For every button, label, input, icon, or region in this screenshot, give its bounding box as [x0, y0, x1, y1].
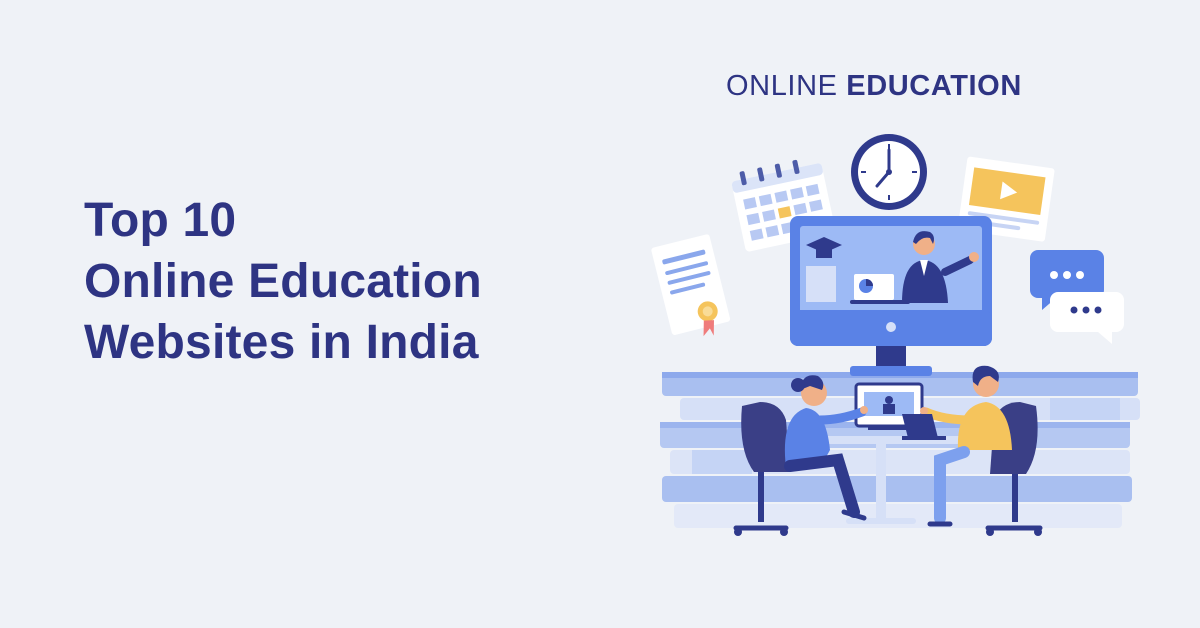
- headline: Top 10 Online Education Websites in Indi…: [84, 190, 482, 373]
- monitor-icon: [790, 216, 992, 376]
- clock-icon: [851, 134, 927, 210]
- banner: Top 10 Online Education Websites in Indi…: [0, 0, 1200, 628]
- headline-line-3: Websites in India: [84, 316, 479, 369]
- brand-label-bold: EDUCATION: [846, 70, 1022, 102]
- headline-line-2: Online Education: [84, 255, 482, 308]
- chat-bubble-icon: [1030, 250, 1124, 344]
- brand-label-light: ONLINE: [726, 70, 838, 102]
- headline-line-1: Top 10: [84, 194, 237, 247]
- online-education-illustration: [651, 134, 1140, 536]
- certificate-icon: [651, 234, 731, 337]
- brand-label: ONLINE EDUCATION: [726, 70, 1022, 103]
